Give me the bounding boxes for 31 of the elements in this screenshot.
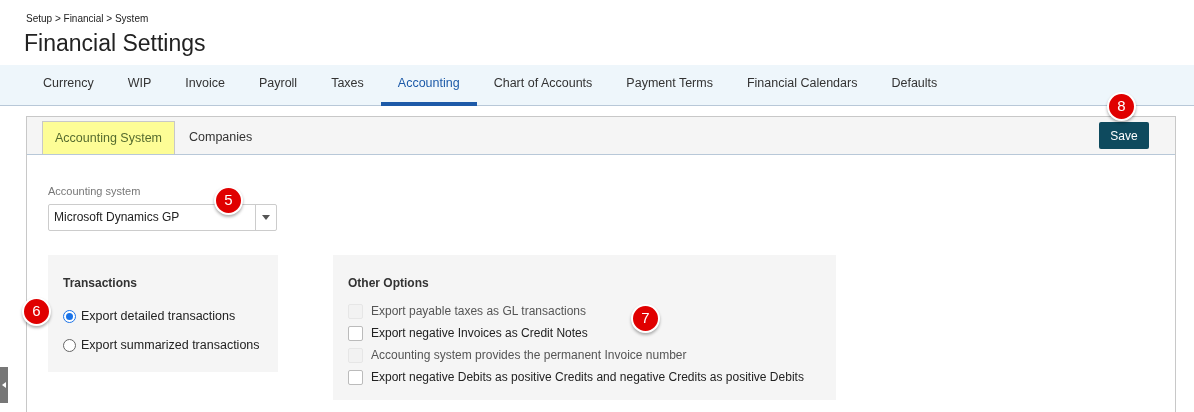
tab[interactable]: Chart of Accounts — [476, 65, 610, 106]
tab[interactable]: Accounting — [380, 65, 477, 106]
breadcrumb: Setup > Financial > System — [26, 13, 149, 24]
radio-label: Export detailed transactions — [81, 308, 236, 326]
sub-tab[interactable]: Companies — [177, 121, 265, 154]
checkbox[interactable] — [348, 369, 363, 385]
page-title: Financial Settings — [24, 29, 206, 58]
tab[interactable]: Payment Terms — [609, 65, 730, 106]
section-title: Transactions — [63, 275, 138, 292]
section-title: Other Options — [348, 275, 429, 292]
checkbox-label: Export negative Debits as positive Credits and negative Credits as positive Debits — [371, 369, 804, 386]
tab[interactable]: Invoice — [168, 65, 242, 106]
tab[interactable]: Financial Calendars — [729, 65, 875, 106]
radio-label: Export summarized transactions — [81, 337, 260, 355]
collapse-handle[interactable] — [0, 367, 8, 403]
tab[interactable]: WIP — [110, 65, 169, 106]
tab[interactable]: Defaults — [874, 65, 955, 106]
radio-button[interactable] — [63, 310, 76, 323]
checkbox[interactable] — [348, 325, 363, 341]
caret-icon — [262, 215, 270, 220]
radio-button[interactable] — [63, 339, 76, 352]
caret-icon — [2, 382, 6, 388]
checkbox-label: Accounting system provides the permanent Invoice number — [371, 347, 687, 364]
checkbox-label: Export payable taxes as GL transactions — [371, 303, 586, 320]
save-button[interactable]: Save — [1099, 122, 1149, 149]
tab[interactable]: Taxes — [314, 65, 381, 106]
tab[interactable]: Payroll — [241, 65, 315, 106]
tab[interactable]: Currency — [26, 65, 111, 106]
checkbox-label: Export negative Invoices as Credit Notes — [371, 325, 588, 342]
field-label: Accounting system — [48, 184, 141, 199]
sub-tab[interactable]: Accounting System — [42, 121, 175, 154]
